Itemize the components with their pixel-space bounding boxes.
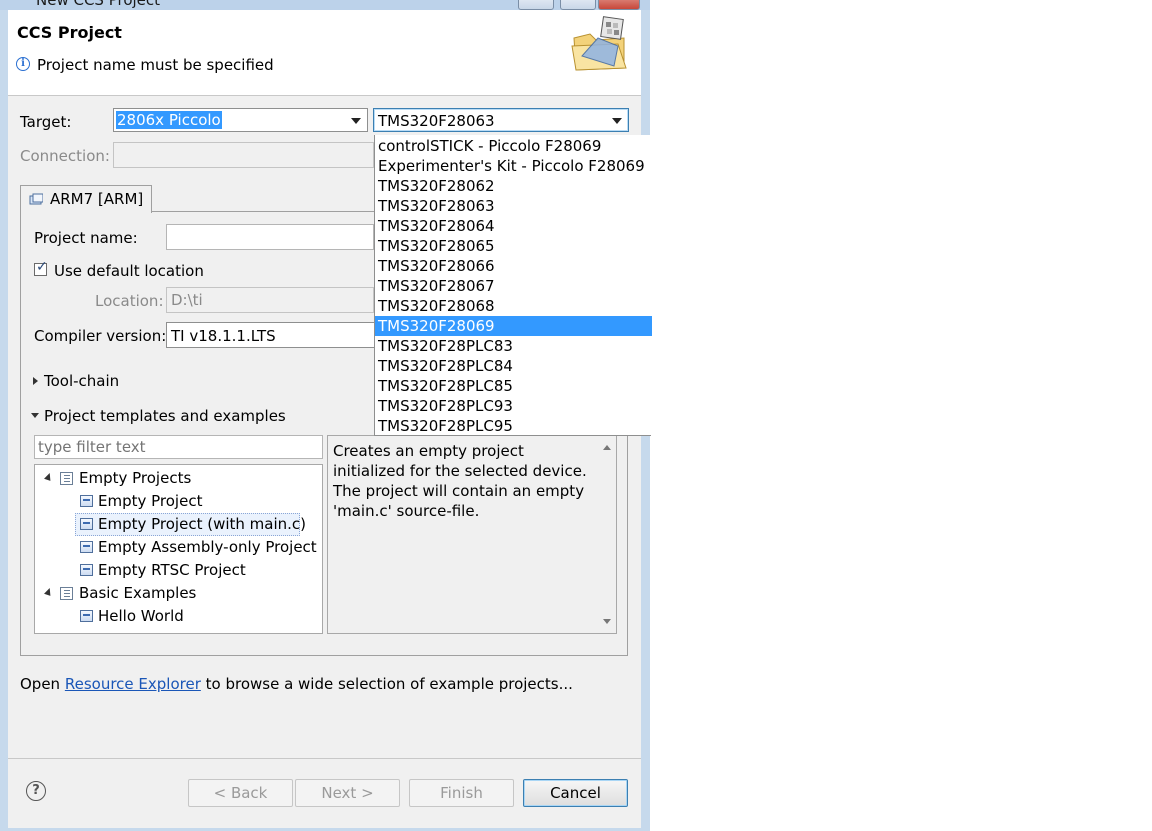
dropdown-option[interactable]: TMS320F28063 (375, 196, 652, 216)
dropdown-option[interactable]: TMS320F28065 (375, 236, 652, 256)
collapse-down-icon[interactable] (31, 413, 39, 418)
hint-suffix: to browse a wide selection of example pr… (200, 675, 573, 693)
template-filter-field[interactable] (34, 435, 323, 459)
tree-expand-icon[interactable] (44, 588, 54, 598)
folder-icon (60, 472, 73, 485)
target-device-value: TMS320F28063 (378, 112, 495, 130)
dropdown-option[interactable]: TMS320F28PLC95 (375, 416, 652, 436)
dropdown-option[interactable]: TMS320F28PLC84 (375, 356, 652, 376)
dropdown-option[interactable]: TMS320F28PLC93 (375, 396, 652, 416)
divider (8, 758, 641, 759)
target-family-value: 2806x Piccolo (116, 111, 222, 129)
location-input: D:\ti (166, 287, 374, 313)
location-value: D:\ti (171, 291, 203, 309)
dropdown-option[interactable]: TMS320F28PLC85 (375, 376, 652, 396)
expand-right-icon[interactable] (33, 377, 38, 385)
scroll-up-icon[interactable] (603, 445, 611, 450)
project-icon (80, 541, 93, 553)
close-button[interactable] (598, 0, 640, 10)
use-default-location-label: Use default location (54, 262, 204, 280)
tree-item[interactable]: Empty Projects (79, 469, 191, 487)
compiler-label: Compiler version: (34, 327, 167, 345)
help-icon[interactable]: ? (26, 781, 46, 801)
project-icon (80, 610, 93, 622)
project-name-input[interactable] (166, 224, 374, 250)
dropdown-option[interactable]: TMS320F28068 (375, 296, 652, 316)
title-bar[interactable]: New CCS Project (0, 0, 650, 10)
resource-explorer-hint: Open Resource Explorer to browse a wide … (20, 675, 573, 693)
template-description-panel: Creates an empty project initialized for… (327, 435, 617, 634)
folder-icon (60, 587, 73, 600)
tree-item[interactable]: Empty RTSC Project (98, 561, 246, 579)
template-tree[interactable]: Empty Projects Empty Project Empty Proje… (34, 464, 323, 634)
compiler-combo[interactable]: TI v18.1.1.LTS (166, 322, 374, 348)
device-icon (29, 193, 43, 205)
page-title: CCS Project (17, 23, 122, 42)
maximize-button[interactable] (560, 0, 596, 10)
toolchain-section[interactable]: Tool-chain (44, 372, 119, 390)
tree-item[interactable]: Basic Examples (79, 584, 196, 602)
location-label: Location: (95, 292, 164, 310)
tab-label: ARM7 [ARM] (50, 190, 144, 208)
template-description: Creates an empty project initialized for… (333, 442, 587, 520)
connection-label: Connection: (20, 147, 110, 165)
chevron-down-icon[interactable] (351, 118, 361, 124)
tree-expand-icon[interactable] (44, 473, 54, 483)
dropdown-option[interactable]: TMS320F28062 (375, 176, 652, 196)
use-default-location-checkbox[interactable]: ✓ (34, 259, 48, 276)
project-icon (80, 518, 93, 530)
connection-combo (113, 142, 374, 168)
next-button[interactable]: Next > (295, 779, 400, 807)
back-button[interactable]: < Back (188, 779, 293, 807)
window-title: New CCS Project (36, 0, 161, 9)
tree-item-selected[interactable]: Empty Project (with main.c) (98, 515, 306, 533)
checkmark-icon: ✓ (36, 259, 48, 275)
compiler-value: TI v18.1.1.LTS (171, 327, 276, 345)
hint-prefix: Open (20, 675, 65, 693)
dropdown-option[interactable]: TMS320F28PLC83 (375, 336, 652, 356)
tree-item[interactable]: Empty Project (98, 492, 202, 510)
dropdown-option[interactable]: Experimenter's Kit - Piccolo F28069 (375, 156, 652, 176)
target-label: Target: (20, 113, 72, 131)
info-icon: i (16, 57, 30, 71)
cancel-button[interactable]: Cancel (523, 779, 628, 807)
tab-arm7[interactable]: ARM7 [ARM] (20, 185, 152, 213)
project-icon (80, 564, 93, 576)
tree-item[interactable]: Hello World (98, 607, 184, 625)
project-name-label: Project name: (34, 229, 138, 247)
dropdown-option[interactable]: TMS320F28067 (375, 276, 652, 296)
dropdown-option[interactable]: controlSTICK - Piccolo F28069 (375, 136, 652, 156)
dropdown-option[interactable]: TMS320F28069 (375, 316, 652, 336)
dropdown-option[interactable]: TMS320F28066 (375, 256, 652, 276)
scroll-down-icon[interactable] (603, 619, 611, 624)
target-device-combo[interactable]: TMS320F28063 (373, 108, 629, 132)
template-filter-input[interactable] (35, 436, 321, 458)
project-wizard-icon (571, 16, 627, 71)
dropdown-option[interactable]: TMS320F28064 (375, 216, 652, 236)
description-scrollbar[interactable] (599, 436, 616, 633)
resource-explorer-link[interactable]: Resource Explorer (65, 675, 201, 693)
device-dropdown-list[interactable]: controlSTICK - Piccolo F28069 Experimente… (374, 135, 652, 436)
finish-button[interactable]: Finish (409, 779, 514, 807)
minimize-button[interactable] (518, 0, 554, 10)
chevron-down-icon[interactable] (612, 118, 622, 124)
project-icon (80, 495, 93, 507)
tree-item[interactable]: Empty Assembly-only Project (98, 538, 317, 556)
templates-section[interactable]: Project templates and examples (44, 407, 286, 425)
target-family-combo[interactable]: 2806x Piccolo (113, 108, 368, 132)
status-message: Project name must be specified (37, 56, 274, 74)
